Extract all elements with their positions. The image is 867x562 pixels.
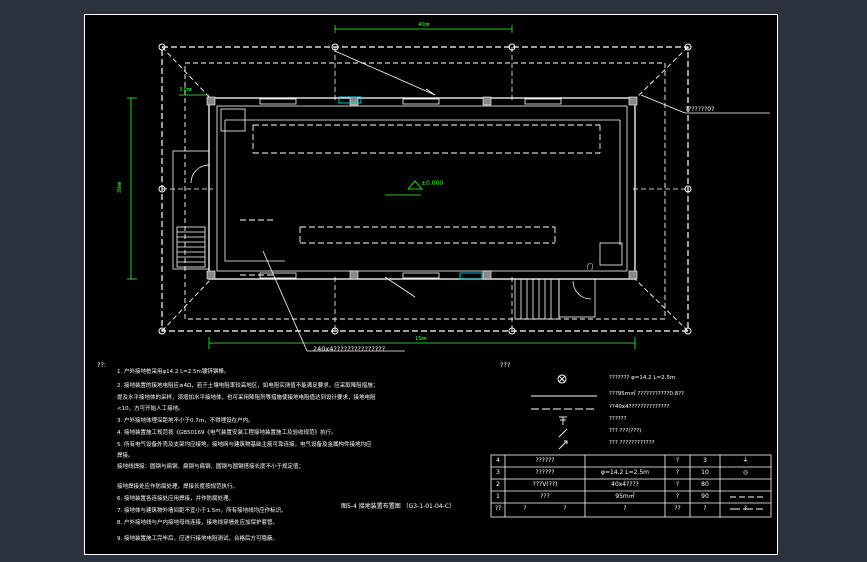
note-item: 4. 接地装置施工规范按《GB50169《电气装置安装工程接地装置施工及验收规范…	[117, 430, 337, 436]
legend-item-rod: ??????? φ=14.2 L=2.5m	[609, 375, 676, 381]
stair-left	[172, 150, 210, 270]
table-header-cell: ??	[674, 505, 681, 512]
table-cell: 90	[701, 493, 709, 500]
label-bottom: 240x4???????????????	[313, 345, 386, 353]
drawing-sheet: 40㎜ 30㎜ 15㎜ 3.0㎜ ±0.000 ???????0? 240x4?…	[84, 14, 778, 555]
note-item: 6. 接地装置各连接处应用焊接，并作防腐处理。	[117, 496, 234, 502]
table-cell: ?	[675, 469, 680, 476]
table-cell: ??????	[535, 469, 555, 476]
table-cell: 3	[496, 469, 500, 476]
note-item: 2. 接地装置的接地电阻应≤4Ω，若于土壤电阻率较高地区，如电阻实测值不能满足要…	[117, 383, 379, 389]
table-cell: ?	[675, 493, 680, 500]
table-header-cell: ?	[623, 505, 627, 512]
table-cell: ??????	[535, 457, 555, 464]
table-cell: 10	[701, 469, 709, 476]
legend-heading: ???	[500, 361, 511, 369]
dim-left-label: 30㎜	[117, 181, 124, 194]
drawing-number: 图5-4 接地装置布置图 （G3-1-01-04-C）	[341, 503, 456, 510]
note-item: 提及水平接地体的采样，须增加水平接地体，也可采用降阻剂等措施使接地电阻值达到设计…	[117, 395, 376, 401]
note-item: 1. 户外接地桩采用φ14.2 L=2.5m镀锌钢棒。	[117, 369, 230, 375]
table-cell: 95m㎡	[615, 493, 635, 500]
notes-heading: ??:	[97, 361, 107, 369]
table-cell: ?	[675, 481, 680, 488]
note-item: 5. 所有电气设备外壳及支架均应接地，接地网与建筑物基础主筋可靠连接，电气设备及…	[117, 442, 372, 448]
legend-item-diag-arrow: ??? ????????????	[609, 440, 655, 446]
table-cell: 2	[496, 481, 500, 488]
table-cell: 1	[496, 493, 500, 500]
note-item: 焊接。	[117, 453, 134, 459]
table-header-cell: ?	[743, 505, 748, 512]
ground-ring-inner	[184, 62, 666, 320]
legend-symbols	[531, 374, 597, 450]
dim-bottom-label: 15㎜	[415, 336, 427, 342]
legend-item-diag: ??? ???(???)	[609, 428, 642, 434]
legend-item-cable: ???95m㎡ ???????????0.8??	[609, 391, 685, 397]
table-header-cell: ?	[563, 505, 567, 512]
legend-item-flatsteel: ??40x4??????????????	[609, 404, 670, 410]
note-item: 接地焊接处应作防腐处理，焊接长度按规范执行。	[117, 484, 239, 490]
note-item: 7. 接地体与建筑物外墙间距不宜小于1.5m，所有接地线均应作标识。	[117, 508, 287, 514]
level-mark: ±0.000	[421, 180, 444, 187]
table-cell: ⏚	[742, 457, 749, 464]
note-item: 接地线焊接：圆钢与扁钢、扁钢与扁钢、圆钢与圆钢搭接长度不小于规定值；	[117, 464, 305, 470]
note-item: 9. 接地装置施工完毕后，应进行接地电阻测试，合格后方可隐蔽。	[117, 536, 278, 542]
ground-ring-outer	[161, 46, 689, 332]
dim-small-label: 3.0㎜	[179, 87, 192, 93]
note-item: <10，方可开始人工接地。	[117, 406, 184, 412]
columns	[206, 96, 638, 280]
table-header-cell: ?	[703, 505, 707, 512]
table-cell: ???	[540, 493, 550, 500]
table-cell: 3	[703, 457, 707, 464]
table-cell: 80	[701, 481, 709, 488]
door-mark: 门	[587, 264, 594, 271]
label-top-right: ???????0?	[685, 106, 715, 113]
table-cell: ???V(??)	[532, 481, 558, 488]
table-cell: φ=14.2 L=2.5m	[600, 469, 649, 476]
table-cell: 4	[496, 457, 500, 464]
table-header-cell: ??	[494, 505, 502, 512]
table-cell: 40x4????	[611, 481, 639, 488]
table-header-cell: ?	[523, 505, 527, 512]
table-cell: ?	[675, 457, 680, 464]
note-item: 8. 户外接地线与户内接地母线连接，接地线穿墙处应加保护套管。	[117, 520, 278, 526]
ground-rods	[158, 43, 692, 335]
stair-right	[514, 278, 596, 320]
dim-top-label: 40㎜	[418, 22, 430, 28]
table-cell: ◎	[742, 469, 749, 476]
note-item: 3. 户外接地体埋深距地不小于0.7m，不得埋设在户内。	[117, 418, 254, 424]
legend-item-ground: ??????	[609, 416, 627, 422]
